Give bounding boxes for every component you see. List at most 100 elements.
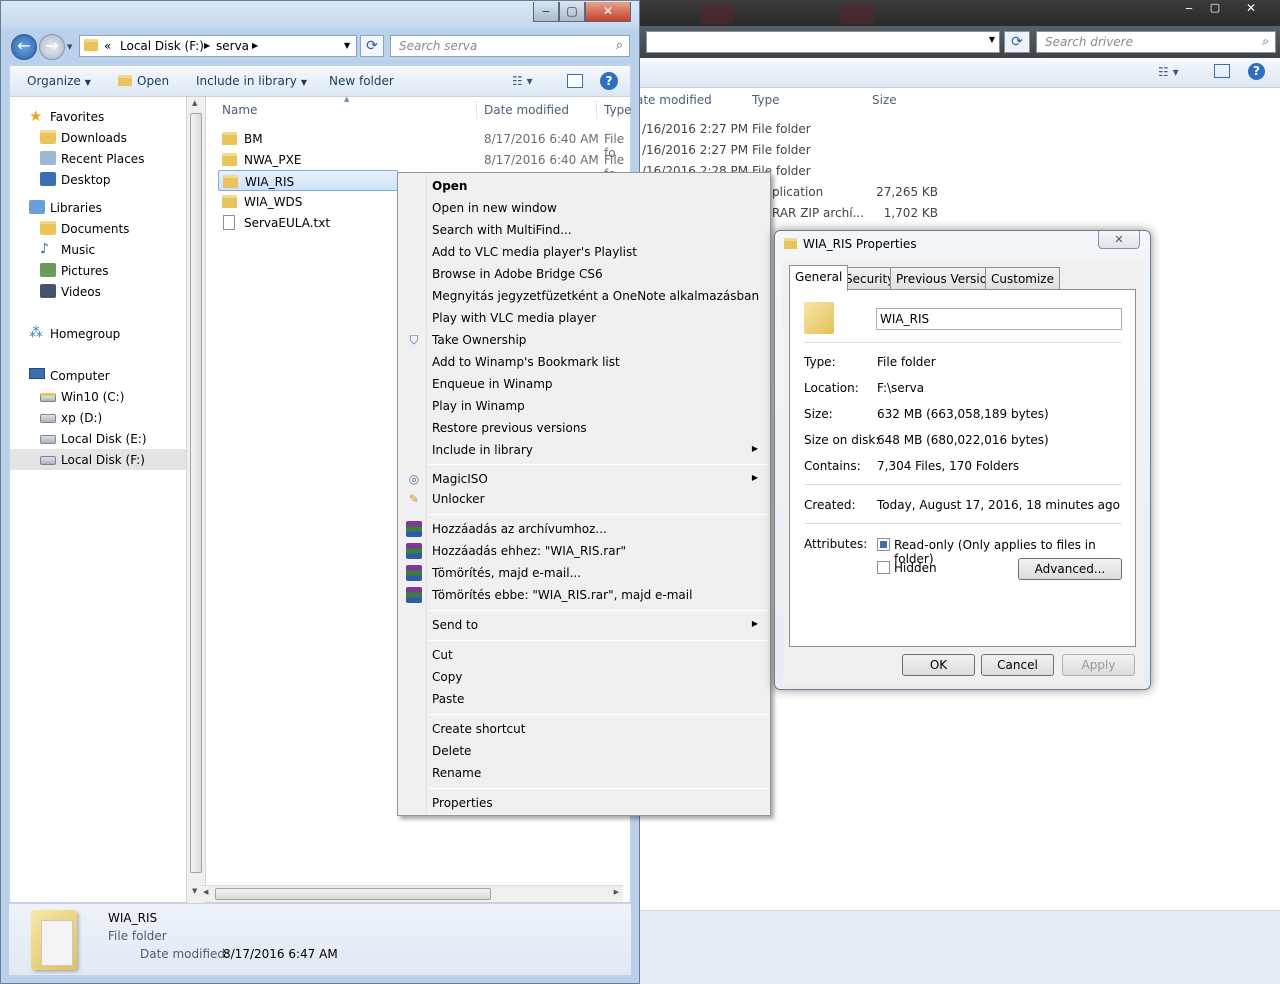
preview-pane-icon[interactable] [1214, 64, 1230, 78]
readonly-checkbox[interactable] [877, 538, 890, 551]
preview-pane-icon[interactable] [567, 74, 583, 88]
nav-videos[interactable]: Videos [10, 281, 186, 302]
tab-customize[interactable]: Customize [985, 267, 1060, 289]
file-row-bm[interactable]: BM 8/17/2016 6:40 AM File fo [218, 128, 638, 160]
recent-pages-chevron-icon[interactable]: ▼ [67, 43, 72, 51]
menu-item-open-new-window[interactable]: Open in new window [400, 197, 768, 219]
menu-item-unlocker[interactable]: ✎ Unlocker [400, 488, 768, 510]
bg-refresh-icon[interactable]: ⟳ [1004, 31, 1030, 53]
tab-general[interactable]: General [789, 265, 849, 291]
menu-item-vlc-playlist[interactable]: Add to VLC media player's Playlist [400, 241, 768, 263]
file-row-wia-ris[interactable]: WIA_RIS [218, 170, 398, 191]
bg-search-input[interactable]: Search drivere ⌕ [1036, 31, 1276, 53]
scroll-left-icon[interactable]: ◀ [203, 888, 208, 896]
nav-downloads[interactable]: Downloads [10, 127, 186, 148]
menu-item-vlc-play[interactable]: Play with VLC media player [400, 307, 768, 329]
advanced-button[interactable]: Advanced... [1018, 558, 1122, 580]
bg-col-size[interactable]: Size [872, 93, 897, 107]
hidden-checkbox[interactable] [877, 561, 890, 574]
menu-item-properties[interactable]: Properties [400, 792, 768, 814]
folder-name-input[interactable]: WIA_RIS [876, 308, 1122, 330]
chevron-down-icon[interactable]: ▼ [344, 41, 350, 50]
menu-item-magiciso[interactable]: ◎ MagicISO ▶ [400, 468, 768, 490]
scroll-up-icon[interactable]: ▲ [192, 99, 197, 107]
ok-button[interactable]: OK [902, 654, 975, 676]
bg-minimize-icon[interactable]: ‒ [1176, 1, 1202, 19]
column-divider[interactable] [476, 101, 477, 119]
nav-pictures[interactable]: Pictures [10, 260, 186, 281]
column-type[interactable]: Type [604, 97, 632, 123]
menu-item-onenote[interactable]: Megnyitás jegyzetfüzetként a OneNote alk… [400, 285, 768, 307]
nav-recent-places[interactable]: Recent Places [10, 148, 186, 169]
menu-item-winamp-play[interactable]: Play in Winamp [400, 395, 768, 417]
organize-button[interactable]: Organize ▼ [27, 74, 91, 88]
nav-libraries[interactable]: Libraries [10, 197, 186, 218]
menu-item-winamp-enqueue[interactable]: Enqueue in Winamp [400, 373, 768, 395]
close-button[interactable]: ✕ [585, 2, 631, 22]
nav-favorites[interactable]: ★ Favorites [10, 106, 186, 127]
scroll-down-icon[interactable]: ▼ [192, 887, 197, 895]
menu-item-multifind[interactable]: Search with MultiFind... [400, 219, 768, 241]
bg-row[interactable]: /16/2016 2:27 PM File folder [636, 140, 956, 161]
nav-drive-c[interactable]: Win10 (C:) [10, 386, 186, 407]
menu-item-restore-versions[interactable]: Restore previous versions [400, 417, 768, 439]
nav-drive-f[interactable]: Local Disk (F:) [10, 449, 186, 470]
menu-item-create-shortcut[interactable]: Create shortcut [400, 718, 768, 740]
scroll-right-icon[interactable]: ▶ [614, 888, 619, 896]
bg-row[interactable]: /16/2016 2:27 PM File folder [636, 119, 956, 140]
nav-music[interactable]: ♪ Music [10, 239, 186, 260]
menu-item-open[interactable]: Open [400, 175, 768, 197]
breadcrumb-drive[interactable]: Local Disk (F:) [120, 39, 204, 53]
menu-item-copy[interactable]: Copy [400, 666, 768, 688]
new-folder-button[interactable]: New folder [329, 74, 394, 88]
bg-col-type[interactable]: Type [752, 93, 780, 107]
breadcrumb-overflow[interactable]: « [104, 39, 111, 53]
refresh-button[interactable]: ⟳ [360, 35, 384, 57]
help-icon[interactable]: ? [600, 72, 618, 90]
include-in-library-button[interactable]: Include in library ▼ [196, 74, 307, 88]
back-button[interactable]: ← [11, 34, 37, 60]
column-divider[interactable] [596, 101, 597, 119]
open-button[interactable]: Open [118, 74, 169, 88]
bg-close-icon[interactable]: ✕ [1230, 1, 1272, 19]
horizontal-scrollbar[interactable]: ◀ ▶ [199, 885, 623, 902]
views-icon[interactable]: ☷ ▾ [1158, 65, 1179, 79]
nav-drive-e[interactable]: Local Disk (E:) [10, 428, 186, 449]
search-input[interactable]: Search serva ⌕ [390, 35, 630, 57]
nav-desktop[interactable]: Desktop [10, 169, 186, 190]
nav-scrollbar-thumb[interactable] [190, 113, 202, 873]
bg-col-date[interactable]: ate modified [636, 93, 712, 107]
menu-item-paste[interactable]: Paste [400, 688, 768, 710]
bg-address-field[interactable]: ▼ [646, 31, 1000, 53]
menu-item-include-library[interactable]: Include in library ▶ [400, 439, 768, 461]
nav-homegroup[interactable]: ⁂ Homegroup [10, 323, 186, 344]
menu-item-send-to[interactable]: Send to ▶ [400, 614, 768, 636]
menu-item-take-ownership[interactable]: ⛉ Take Ownership [400, 329, 768, 351]
address-bar[interactable]: « Local Disk (F:) ▶ serva ▶ ▼ [79, 35, 357, 57]
menu-item-cut[interactable]: Cut [400, 644, 768, 666]
menu-item-rar-mail-named[interactable]: Tömörítés ebbe: "WIA_RIS.rar", majd e-ma… [400, 584, 768, 606]
horizontal-scrollbar-thumb[interactable] [215, 888, 491, 900]
nav-computer[interactable]: Computer [10, 365, 186, 386]
menu-item-rar-mail[interactable]: Tömörítés, majd e-mail... [400, 562, 768, 584]
bg-maximize-icon[interactable]: ▢ [1202, 1, 1228, 19]
views-icon[interactable]: ☷ ▾ [512, 74, 533, 88]
menu-item-rar-add-named[interactable]: Hozzáadás ehhez: "WIA_RIS.rar" [400, 540, 768, 562]
pane-splitter[interactable]: ▲ ▼ [186, 97, 206, 903]
dialog-close-button[interactable]: ✕ [1098, 231, 1140, 249]
column-date-modified[interactable]: Date modified [484, 97, 569, 123]
maximize-button[interactable]: ▢ [559, 2, 585, 22]
chevron-down-icon[interactable]: ▼ [989, 35, 995, 44]
minimize-button[interactable]: ‒ [533, 2, 559, 22]
menu-item-adobe-bridge[interactable]: Browse in Adobe Bridge CS6 [400, 263, 768, 285]
column-name[interactable]: Name [222, 97, 257, 123]
menu-item-delete[interactable]: Delete [400, 740, 768, 762]
breadcrumb-folder[interactable]: serva [216, 39, 249, 53]
nav-drive-d[interactable]: xp (D:) [10, 407, 186, 428]
menu-item-rename[interactable]: Rename [400, 762, 768, 784]
file-row-nwa-pxe[interactable]: NWA_PXE8/17/2016 6:40 AMFile fo [218, 149, 638, 181]
chevron-right-icon[interactable]: ▶ [252, 41, 258, 50]
menu-item-winamp-bookmark[interactable]: Add to Winamp's Bookmark list [400, 351, 768, 373]
chevron-right-icon[interactable]: ▶ [204, 41, 210, 50]
help-icon[interactable]: ? [1248, 63, 1265, 80]
